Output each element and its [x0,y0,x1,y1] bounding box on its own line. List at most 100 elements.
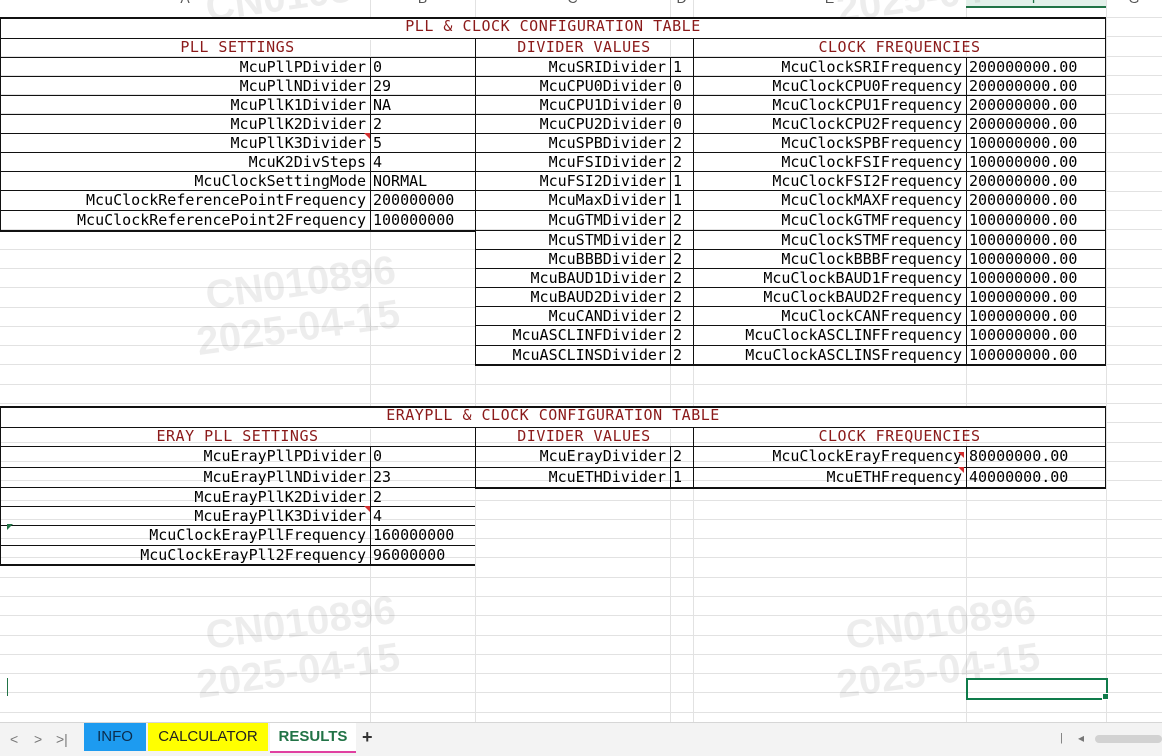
setting-value[interactable]: 0 [370,447,474,466]
setting-value[interactable]: 160000000 [370,526,474,545]
setting-name: McuClockCPU0Frequency [772,77,962,95]
setting-name: McuClockErayPll2Frequency [140,546,366,564]
setting-value[interactable]: 100000000.00 [966,134,1105,153]
setting-value[interactable]: 200000000.00 [966,191,1105,210]
column-header[interactable]: E [693,0,966,6]
setting-value[interactable]: 200000000.00 [966,172,1105,191]
tab-results[interactable]: RESULTS [270,723,356,753]
setting-value[interactable]: 2 [670,269,692,288]
selected-cell[interactable] [966,678,1108,700]
add-sheet-button[interactable]: + [362,727,373,748]
section-bottom-border [475,487,693,489]
setting-value[interactable]: 96000000 [370,546,474,565]
setting-value[interactable]: 2 [670,231,692,250]
setting-value[interactable]: 200000000.00 [966,77,1105,96]
setting-value[interactable]: 100000000.00 [966,346,1105,365]
comment-indicator-icon[interactable] [364,133,370,139]
fill-handle[interactable] [1102,693,1109,700]
setting-value[interactable]: 100000000.00 [966,231,1105,250]
column-header[interactable]: G [1106,0,1162,6]
setting-value[interactable]: 200000000.00 [966,96,1105,115]
setting-value[interactable]: 2 [670,153,692,172]
setting-value[interactable]: 5 [370,134,474,153]
spreadsheet-grid[interactable]: ABCDEFG CN0108962025-04-15CN0108962025-0… [0,0,1162,722]
setting-value[interactable]: 2 [670,288,692,307]
setting-value[interactable]: 1 [670,191,692,210]
setting-value[interactable]: 200000000 [370,191,474,210]
setting-value[interactable]: 1 [670,172,692,191]
setting-value[interactable]: 1 [670,58,692,77]
setting-value[interactable]: 29 [370,77,474,96]
setting-value[interactable]: 0 [670,77,692,96]
column-header[interactable]: F [966,0,1106,8]
setting-value[interactable]: NORMAL [370,172,474,191]
gridline-row [0,596,1162,597]
setting-value[interactable]: 100000000.00 [966,250,1105,269]
tab-calculator[interactable]: CALCULATOR [148,723,268,751]
setting-name: McuErayPllPDivider [203,447,366,465]
section-header: PLL SETTINGS [180,38,295,56]
section-left-border [693,427,694,487]
value-column-border [370,57,371,230]
setting-value[interactable]: 40000000.00 [966,468,1105,487]
setting-name: McuPllPDivider [239,58,366,76]
setting-value[interactable]: 100000000.00 [966,269,1105,288]
setting-name: McuBAUD1Divider [530,269,666,287]
setting-value[interactable]: 0 [670,96,692,115]
setting-value[interactable]: 2 [670,250,692,269]
setting-value[interactable]: 4 [370,507,474,526]
comment-indicator-icon[interactable] [958,452,964,458]
setting-value[interactable]: 100000000.00 [966,153,1105,172]
setting-value[interactable]: 0 [670,115,692,134]
sheet-tab-bar: < > >| INFO CALCULATOR RESULTS + | ◂ [0,722,1162,756]
setting-value[interactable]: 200000000.00 [966,58,1105,77]
setting-value[interactable]: 2 [670,346,692,365]
comment-indicator-icon[interactable] [958,467,964,473]
setting-value[interactable]: 200000000.00 [966,115,1105,134]
section-right-border [1105,427,1106,487]
setting-value[interactable]: 100000000.00 [966,326,1105,345]
gridline-row [0,615,1162,616]
section-bottom-border [0,230,475,232]
error-indicator-icon[interactable] [7,524,13,530]
setting-value[interactable]: 100000000.00 [966,211,1105,230]
tab-info[interactable]: INFO [84,723,146,751]
column-header[interactable]: B [370,0,475,6]
setting-value[interactable]: 0 [370,58,474,77]
comment-indicator-icon[interactable] [364,506,370,512]
setting-value[interactable]: 2 [670,447,692,466]
setting-value[interactable]: NA [370,96,474,115]
prev-sheet-button[interactable]: < [10,731,18,747]
setting-value[interactable]: 23 [370,468,474,487]
section-left-border [0,38,1,230]
setting-value[interactable]: 80000000.00 [966,447,1105,466]
setting-name: McuClockBAUD1Frequency [763,269,962,287]
setting-value[interactable]: 2 [370,115,474,134]
setting-name: McuClockErayPllFrequency [149,526,366,544]
setting-value[interactable]: 2 [670,307,692,326]
setting-value[interactable]: 2 [670,134,692,153]
setting-value[interactable]: 100000000.00 [966,288,1105,307]
next-sheet-button[interactable]: > [34,731,42,747]
watermark-text: 2025-04-15 [193,634,403,708]
setting-name: McuClockSTMFrequency [781,231,962,249]
column-header[interactable]: A [0,0,370,6]
value-column-border [670,57,671,364]
setting-value[interactable]: 2 [370,488,474,507]
setting-value[interactable]: 100000000 [370,211,474,230]
setting-value[interactable]: 100000000.00 [966,307,1105,326]
setting-value[interactable]: 2 [670,326,692,345]
setting-value[interactable]: 2 [670,211,692,230]
setting-value[interactable]: 1 [670,468,692,487]
scroll-left-icon[interactable]: ◂ [1078,731,1084,745]
last-sheet-button[interactable]: >| [56,731,68,747]
column-header[interactable]: D [670,0,693,6]
setting-value[interactable]: 4 [370,153,474,172]
scroll-start-icon[interactable]: | [1060,732,1063,744]
watermark-text: 2025-04-15 [193,291,403,365]
column-header[interactable]: C [475,0,670,6]
horizontal-scrollbar[interactable] [1095,735,1162,743]
setting-name: McuClockErayFrequency [772,447,962,465]
setting-name: McuClockGTMFrequency [781,211,962,229]
setting-name: McuSPBDivider [548,134,666,152]
